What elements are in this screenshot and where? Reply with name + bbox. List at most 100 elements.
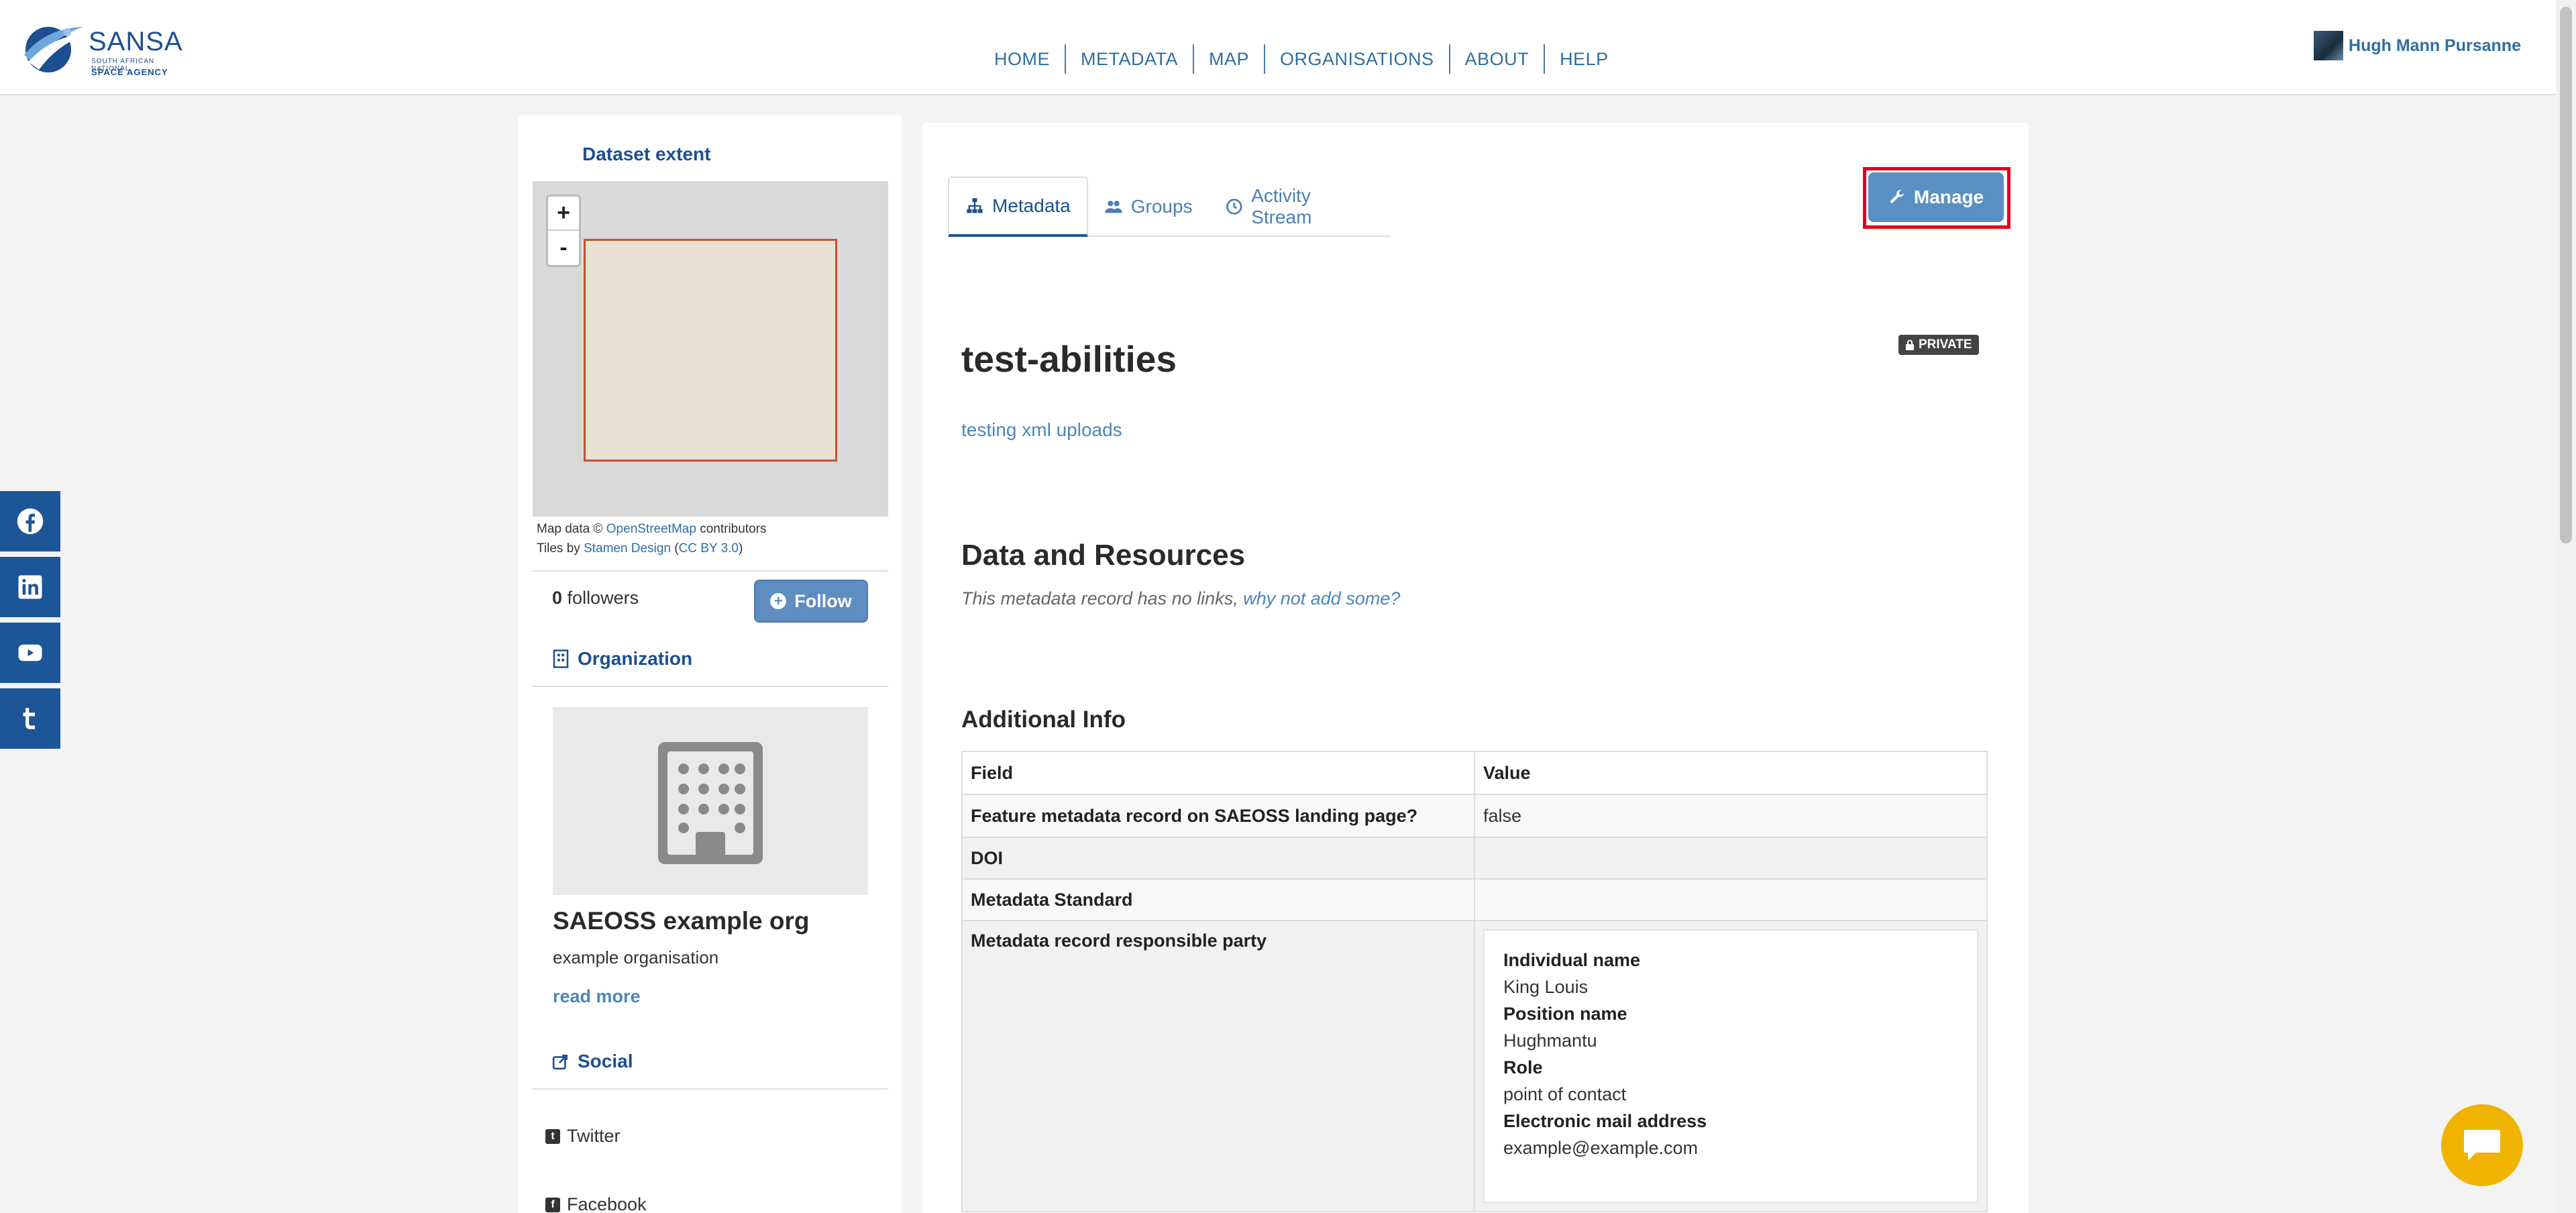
divider [533, 570, 888, 572]
page-title: test-abilities [961, 338, 1177, 380]
private-label: PRIVATE [1919, 337, 1972, 352]
chat-button[interactable] [2441, 1104, 2523, 1186]
table-row: Metadata Standard [961, 878, 1988, 921]
additional-info-table: Field Value Feature metadata record on S… [961, 751, 1988, 1212]
followers-label: followers [567, 588, 639, 608]
page-scrollbar[interactable] [2556, 0, 2576, 1213]
follow-button[interactable]: + Follow [754, 580, 868, 623]
chat-bubble-icon [2464, 1130, 2500, 1161]
individual-name-label: Individual name [1503, 950, 1641, 970]
followers-number: 0 [552, 588, 563, 608]
follow-label: Follow [794, 590, 852, 611]
nav-about[interactable]: ABOUT [1450, 44, 1546, 74]
dataset-tabs: Metadata Groups Activity Stream [948, 176, 1391, 237]
table-cell-field: DOI [961, 837, 1475, 880]
linkedin-share-button[interactable] [0, 557, 60, 617]
organization-title: Organization [578, 648, 693, 669]
organization-heading: Organization [552, 648, 692, 670]
sansa-swoosh-icon [24, 27, 85, 72]
map-attribution: Map data © OpenStreetMap contributors Ti… [537, 522, 767, 556]
user-name[interactable]: Hugh Mann Pursanne [2349, 36, 2521, 56]
plus-circle-icon: + [770, 593, 787, 609]
license-link[interactable]: CC BY 3.0 [679, 541, 739, 556]
table-header-field: Field [961, 751, 1475, 795]
main-content: Metadata Groups Activity Stream Manage P [922, 123, 2029, 1213]
table-cell-field: Metadata record responsible party [961, 920, 1475, 1212]
org-description: example organisation [553, 947, 719, 967]
nav-map[interactable]: MAP [1194, 44, 1266, 74]
table-cell-value [1474, 837, 1988, 880]
tumblr-share-button[interactable] [0, 688, 60, 749]
email-value: example@example.com [1503, 1138, 1699, 1158]
org-name: SAEOSS example org [553, 907, 810, 935]
sansa-logo[interactable]: SANSA SOUTH AFRICAN NATIONAL SPACE AGENC… [19, 15, 186, 82]
table-cell-value: false [1474, 794, 1988, 838]
nav-home[interactable]: HOME [979, 44, 1066, 74]
org-placeholder-image[interactable] [553, 707, 868, 895]
social-heading: Social [552, 1051, 633, 1072]
add-links-link[interactable]: why not add some? [1243, 588, 1400, 609]
table-cell-field: Metadata Standard [961, 878, 1475, 921]
scrollbar-thumb[interactable] [2560, 7, 2572, 543]
followers-count: 0 followers [552, 588, 639, 609]
building-icon [553, 649, 569, 668]
nav-metadata[interactable]: METADATA [1066, 44, 1194, 74]
dataset-extent-title: Dataset extent [582, 144, 711, 164]
zoom-out-button[interactable]: - [548, 231, 579, 265]
facebook-square-icon: f [545, 1197, 560, 1212]
responsible-party-box: Individual name King Louis Position name… [1483, 929, 1978, 1203]
facebook-link[interactable]: f Facebook [545, 1194, 647, 1213]
table-header-value: Value [1474, 751, 1988, 795]
resources-heading: Data and Resources [961, 539, 1246, 572]
lock-icon [1906, 339, 1914, 350]
users-icon [1104, 201, 1122, 213]
zoom-in-button[interactable]: + [548, 197, 579, 231]
site-header: SANSA SOUTH AFRICAN NATIONAL SPACE AGENC… [0, 0, 2576, 95]
tab-groups-label: Groups [1130, 196, 1193, 217]
table-row: Metadata record responsible party Indivi… [961, 920, 1988, 1212]
wrench-icon [1890, 190, 1904, 203]
tab-metadata-label: Metadata [992, 195, 1071, 216]
osm-link[interactable]: OpenStreetMap [606, 522, 696, 536]
linkedin-icon [18, 575, 42, 599]
position-name-value: Hughmantu [1503, 1031, 1597, 1051]
read-more-link[interactable]: read more [553, 986, 641, 1007]
divider [533, 686, 888, 687]
social-title: Social [578, 1051, 633, 1071]
twitter-link[interactable]: t Twitter [545, 1126, 621, 1147]
sitemap-icon [967, 198, 983, 213]
logo-name: SANSA [89, 27, 183, 56]
stamen-link[interactable]: Stamen Design [584, 541, 671, 556]
building-placeholder-icon [658, 742, 763, 864]
no-links-message: This metadata record has no links, why n… [961, 588, 1400, 609]
tab-activity-stream[interactable]: Activity Stream [1209, 176, 1391, 237]
facebook-label: Facebook [567, 1194, 647, 1213]
tab-activity-label: Activity Stream [1251, 185, 1312, 227]
twitter-label: Twitter [567, 1126, 621, 1146]
table-cell-value: Individual name King Louis Position name… [1474, 920, 1988, 1212]
manage-label: Manage [1913, 187, 1984, 207]
logo-tagline: SPACE AGENCY [91, 67, 168, 77]
extent-map[interactable]: + - [533, 181, 888, 517]
table-row: Feature metadata record on SAEOSS landin… [961, 794, 1988, 838]
clock-icon [1226, 199, 1242, 215]
nav-organisations[interactable]: ORGANISATIONS [1265, 44, 1450, 74]
dataset-extent-box [584, 239, 837, 462]
individual-name-value: King Louis [1503, 977, 1589, 997]
social-sidebar [0, 491, 60, 754]
role-label: Role [1503, 1057, 1543, 1077]
tab-groups[interactable]: Groups [1088, 176, 1209, 237]
no-links-text: This metadata record has no links, [961, 588, 1238, 609]
user-menu[interactable]: Hugh Mann Pursanne [2314, 31, 2521, 60]
tab-metadata[interactable]: Metadata [948, 176, 1088, 237]
nav-help[interactable]: HELP [1545, 44, 1623, 74]
table-row: DOI [961, 837, 1988, 880]
facebook-icon [17, 508, 44, 535]
sidebar: Dataset extent + - Map data © OpenStreet… [519, 115, 902, 1213]
share-icon [552, 1055, 568, 1070]
additional-info-heading: Additional Info [961, 706, 1126, 733]
facebook-share-button[interactable] [0, 491, 60, 551]
manage-button[interactable]: Manage [1868, 172, 2004, 222]
youtube-share-button[interactable] [0, 623, 60, 683]
divider [533, 1088, 888, 1090]
